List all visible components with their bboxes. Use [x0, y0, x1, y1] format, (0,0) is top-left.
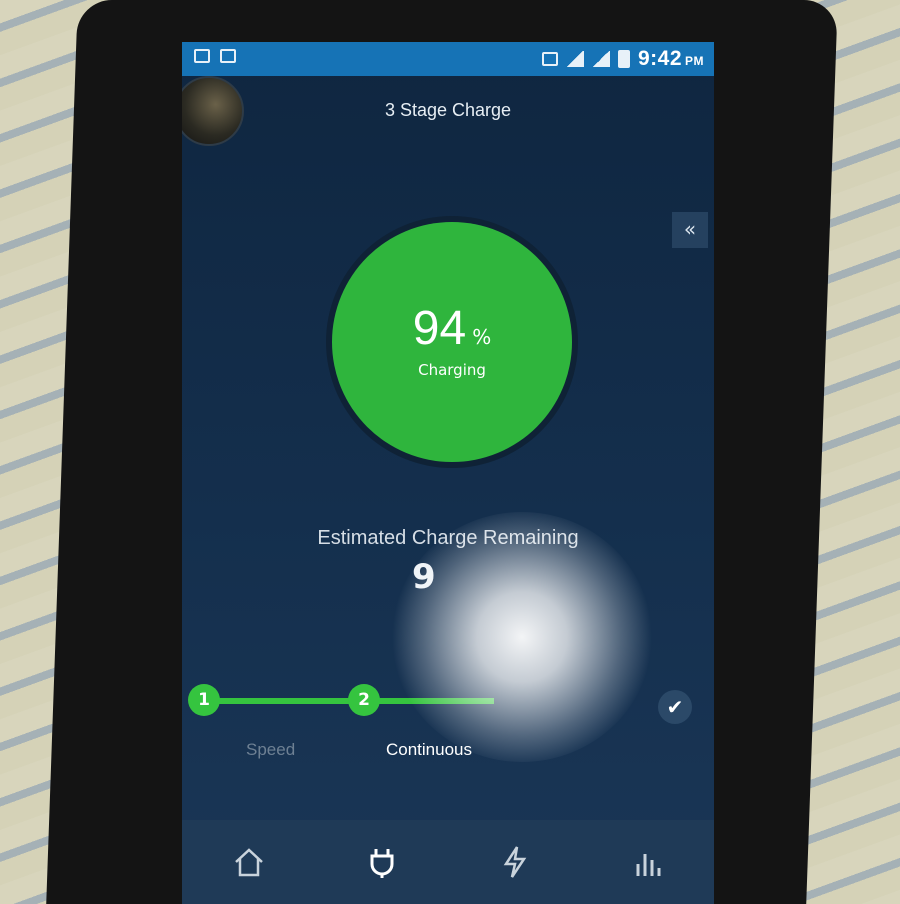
charge-gauge: 94% Charging	[332, 222, 572, 462]
page-title: 3 Stage Charge	[384, 100, 512, 120]
check-icon: ✔	[666, 695, 684, 719]
status-time: 9:42 PM	[637, 47, 704, 70]
signal-icon	[565, 51, 584, 67]
status-bar: 9:42 PM	[182, 42, 714, 76]
stage-stepper: 1 2 ✔ Speed Continuous	[182, 682, 714, 762]
wifi-icon	[541, 52, 558, 66]
stage-3-dot[interactable]: ✔	[658, 690, 692, 724]
stage-2-label: Continuous	[386, 740, 473, 759]
notification-icon	[194, 49, 210, 63]
estimate-label: Estimated Charge Remaining	[317, 527, 579, 549]
plug-icon	[370, 849, 393, 878]
signal-2-icon	[591, 51, 610, 67]
estimate-value: 9	[412, 557, 436, 597]
lightning-icon	[503, 846, 526, 878]
download-icon	[220, 49, 236, 63]
charge-percent: 94%	[412, 302, 492, 355]
phone-screen: 9:42 PM 3 Stage Charge « 94% Charging Est…	[182, 42, 714, 904]
nav-charge[interactable]	[352, 832, 412, 892]
battery-icon	[617, 50, 630, 68]
double-chevron-left-icon: «	[683, 217, 697, 241]
stage-1-dot[interactable]: 1	[188, 684, 220, 716]
charge-status: Charging	[418, 361, 486, 379]
stage-2-dot[interactable]: 2	[348, 684, 380, 716]
collapse-button[interactable]: «	[672, 212, 708, 248]
bottom-nav	[182, 820, 714, 904]
home-icon	[234, 848, 263, 877]
nav-stats[interactable]	[618, 832, 678, 892]
nav-boost[interactable]	[485, 832, 545, 892]
stage-1-label: Speed	[246, 740, 296, 759]
nav-home[interactable]	[219, 832, 279, 892]
bar-chart-icon	[636, 854, 660, 876]
